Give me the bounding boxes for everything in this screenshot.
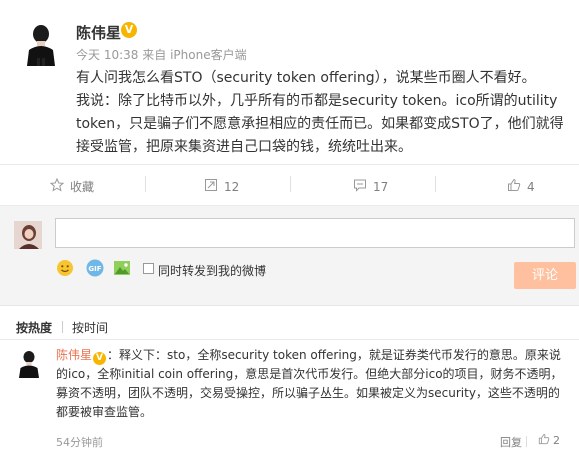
repost-checkbox[interactable] (143, 263, 154, 274)
comment-like-count: 2 (553, 434, 560, 447)
repost-icon (204, 178, 218, 195)
post-content: 有人问我怎么看STO（security token offering），说某些币… (76, 67, 566, 159)
thumbs-up-icon (507, 178, 521, 195)
divider (62, 321, 63, 333)
author-avatar[interactable] (20, 20, 62, 66)
comment-author-name[interactable]: 陈伟星 (56, 348, 92, 362)
current-user-avatar (14, 221, 42, 249)
post-meta: 今天 10:38 来自 iPhone客户端 (76, 46, 247, 63)
divider (145, 176, 146, 192)
divider (0, 339, 579, 340)
svg-text:GIF: GIF (88, 265, 101, 273)
repost-button[interactable]: 12 (204, 178, 239, 195)
like-button[interactable]: 4 (507, 178, 535, 195)
comment-count: 17 (373, 179, 389, 194)
post-paragraph: 我说：除了比特币以外，几乎所有的币都是security token。ico所谓的… (76, 93, 564, 155)
post-time[interactable]: 今天 10:38 (76, 48, 138, 62)
star-icon (49, 177, 65, 195)
tab-sort-time[interactable]: 按时间 (72, 319, 108, 336)
submit-comment-button[interactable]: 评论 (514, 262, 576, 289)
post-source-prefix: 来自 (142, 48, 167, 62)
reply-button[interactable]: 回复 (500, 434, 522, 450)
post-author-name[interactable]: 陈伟星 (76, 22, 121, 43)
comment-text: 陈伟星 V ：释义下：sto，全称security token offering，就… (56, 346, 571, 422)
divider (526, 436, 527, 447)
repost-checkbox-label[interactable]: 同时转发到我的微博 (158, 262, 266, 279)
post-source[interactable]: iPhone客户端 (170, 48, 247, 62)
post-paragraph: 有人问我怎么看STO（security token offering），说某些币… (76, 70, 536, 86)
verified-badge-icon: V (121, 22, 137, 38)
gif-icon[interactable]: GIF (85, 259, 105, 277)
favorite-label: 收藏 (70, 180, 95, 194)
thumbs-up-icon (538, 433, 550, 448)
comment-time: 54分钟前 (56, 436, 103, 449)
divider (0, 164, 579, 165)
divider (435, 176, 436, 192)
repost-count: 12 (224, 179, 240, 194)
verified-badge-icon: V (93, 352, 107, 365)
comment-button[interactable]: 17 (353, 178, 388, 195)
divider (290, 176, 291, 192)
comment-like-button[interactable]: 2 (538, 433, 560, 448)
comment-icon (353, 178, 367, 195)
image-icon[interactable] (113, 259, 131, 277)
divider (0, 305, 579, 306)
like-count: 4 (527, 179, 535, 194)
tab-sort-hot[interactable]: 按热度 (16, 319, 52, 336)
comment-content: ：释义下：sto，全称security token offering，就是证券类… (56, 348, 563, 419)
comment-input[interactable] (55, 218, 575, 248)
emoji-icon[interactable] (56, 259, 74, 277)
comment-author-avatar[interactable] (14, 348, 44, 378)
favorite-button[interactable]: 收藏 (49, 177, 95, 195)
